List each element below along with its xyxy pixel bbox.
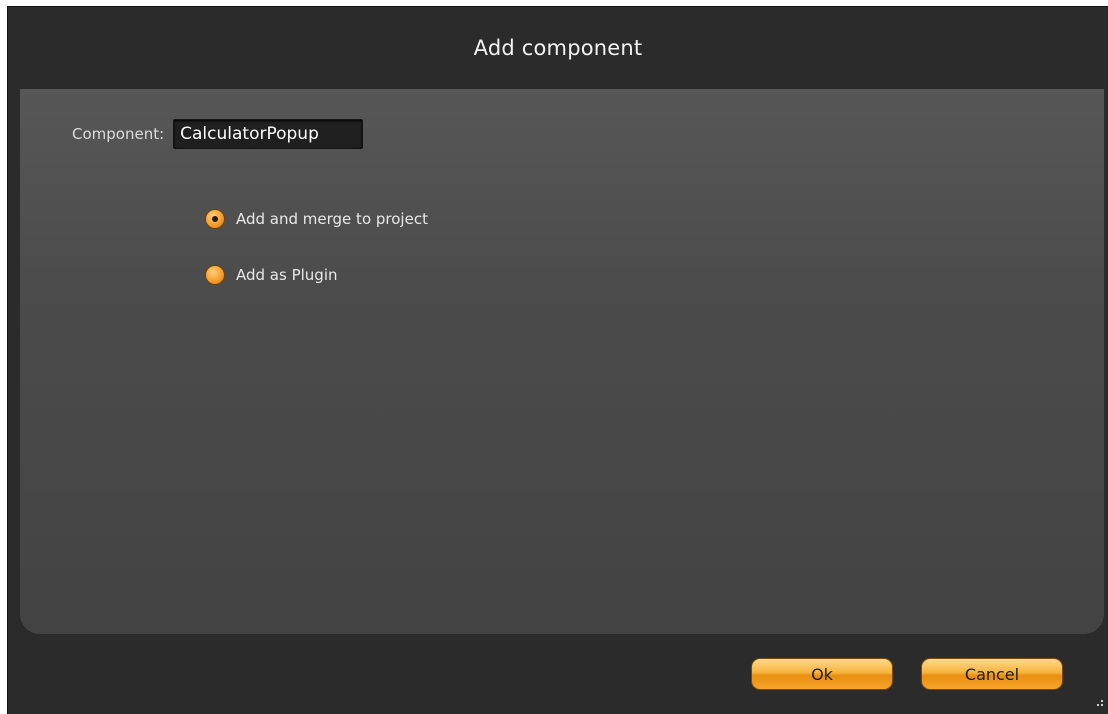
dialog-title: Add component — [473, 36, 643, 60]
component-label: Component: — [72, 125, 165, 143]
content-panel — [20, 89, 1104, 634]
radio-button-plugin[interactable] — [206, 266, 224, 284]
radio-option-plugin[interactable]: Add as Plugin — [206, 262, 338, 288]
radio-label-plugin: Add as Plugin — [236, 266, 338, 284]
radio-button-merge[interactable] — [206, 210, 224, 228]
ok-button[interactable]: Ok — [751, 658, 893, 690]
cancel-button[interactable]: Cancel — [921, 658, 1063, 690]
component-field-row: Component: — [72, 117, 364, 151]
title-bar[interactable]: Add component — [8, 7, 1108, 89]
radio-option-merge[interactable]: Add and merge to project — [206, 206, 428, 232]
component-input[interactable] — [173, 119, 364, 149]
add-component-dialog: Add component Component: Add and merge t… — [7, 6, 1108, 714]
resize-grip-icon[interactable] — [1092, 698, 1104, 710]
radio-label-merge: Add and merge to project — [236, 210, 428, 228]
